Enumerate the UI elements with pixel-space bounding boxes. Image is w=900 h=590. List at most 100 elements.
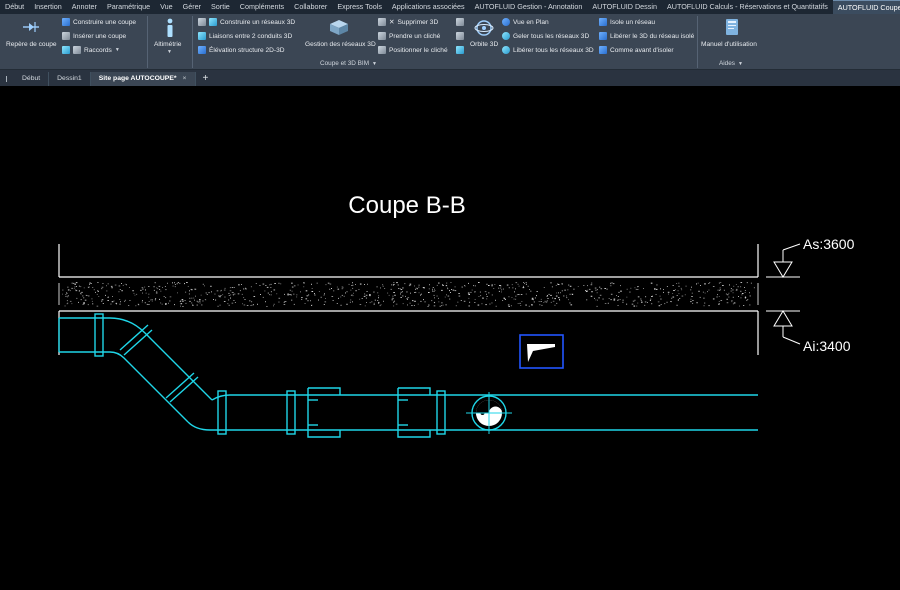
new-tab-plus-icon[interactable]: + — [196, 72, 216, 86]
construire-coupe-button[interactable]: Construire une coupe — [62, 17, 136, 27]
tab-sortie[interactable]: Sortie — [206, 0, 235, 14]
hatch-dot — [89, 283, 90, 285]
hatch-dot — [494, 284, 496, 285]
hatch-dot — [392, 295, 394, 297]
hatch-dot — [118, 291, 120, 293]
hatch-dot — [293, 293, 295, 295]
tab-debut[interactable]: Début — [0, 0, 29, 14]
tab-autofluid-dessin[interactable]: AUTOFLUID Dessin — [587, 0, 662, 14]
elevation-button[interactable]: Élévation structure 2D-3D — [198, 45, 285, 55]
view-cube-icon[interactable] — [456, 18, 464, 26]
hatch-dot — [431, 300, 433, 302]
tab-express-tools[interactable]: Express Tools — [332, 0, 387, 14]
hatch-dot — [331, 296, 334, 297]
hatch-dot — [672, 296, 675, 298]
repere-coupe-button[interactable]: Repère de coupe — [2, 16, 60, 56]
hatch-dot — [189, 300, 191, 302]
tab-vue[interactable]: Vue — [155, 0, 178, 14]
hatch-dot — [468, 294, 470, 295]
hatch-dot — [338, 297, 339, 299]
hatch-dot — [702, 291, 704, 293]
hatch-dot — [433, 291, 435, 292]
positionner-cliche-button[interactable]: Positionner le cliché — [378, 45, 448, 55]
hatch-dot — [349, 301, 351, 303]
hatch-dot — [678, 299, 679, 301]
tab-insertion[interactable]: Insertion — [29, 0, 67, 14]
hatch-dot — [732, 296, 734, 298]
comme-avant-button[interactable]: Comme avant d'isoler — [599, 45, 674, 55]
liaisons-button[interactable]: Liaisons entre 2 conduits 3D — [198, 31, 292, 41]
hatch-dot — [174, 304, 175, 306]
manual-book-icon — [726, 19, 738, 35]
hatch-dot — [477, 304, 480, 306]
tab-autofluid-coupe-3d[interactable]: AUTOFLUID Coupe - 3D BIM — [832, 0, 900, 14]
geler-reseaux-button[interactable]: Geler tous les réseaux 3D — [502, 31, 589, 41]
hatch-dot — [169, 300, 171, 302]
vue-en-plan-button[interactable]: Vue en Plan — [502, 17, 549, 27]
insert-section-icon — [62, 32, 70, 40]
hatch-dot — [463, 300, 466, 302]
hatch-dot — [273, 289, 276, 291]
hatch-dot — [145, 289, 146, 291]
doc-tab-debut[interactable]: Début — [14, 72, 50, 86]
close-icon[interactable]: × — [183, 72, 187, 86]
group-coupe-3d-bim[interactable]: Coupe et 3D BIM ▼ — [320, 60, 377, 67]
drawing-canvas[interactable]: Coupe B-B As:3600 Ai:3400 — [0, 86, 900, 590]
gestion-reseaux-button[interactable]: Gestion des réseaux 3D — [302, 16, 376, 58]
hatch-dot — [656, 284, 658, 286]
link-ducts-icon — [198, 32, 206, 40]
layers-icon[interactable] — [456, 32, 464, 40]
hatch-dot — [190, 288, 192, 290]
hatch-dot — [469, 301, 471, 303]
shade-icon[interactable] — [456, 46, 464, 54]
hatch-dot — [355, 284, 356, 285]
tab-complements[interactable]: Compléments — [235, 0, 289, 14]
tab-applications-associees[interactable]: Applications associées — [387, 0, 470, 14]
hatch-dot — [680, 287, 682, 289]
tab-autofluid-calculs[interactable]: AUTOFLUID Calculs - Réservations et Quan… — [662, 0, 833, 14]
hatch-dot — [732, 303, 734, 305]
hatch-dot — [486, 293, 487, 295]
hatch-dot — [587, 285, 588, 287]
doc-tab-site-page[interactable]: Site page AUTOCOUPE* × — [90, 72, 196, 86]
hatch-dot — [611, 282, 613, 284]
tab-gerer[interactable]: Gérer — [178, 0, 206, 14]
altimetrie-button[interactable]: Altimétrie ▼ — [150, 16, 190, 58]
isoler-reseau-button[interactable]: Isole un réseau — [599, 17, 655, 27]
hatch-dot — [146, 303, 148, 305]
prendre-cliche-button[interactable]: Prendre un cliché — [378, 31, 440, 41]
hatch-dot — [165, 303, 167, 304]
tab-parametrique[interactable]: Paramétrique — [102, 0, 155, 14]
hatch-dot — [508, 296, 510, 298]
tab-collaborer[interactable]: Collaborer — [289, 0, 332, 14]
tab-autofluid-gestion[interactable]: AUTOFLUID Gestion - Annotation — [470, 0, 588, 14]
hatch-dot — [626, 303, 628, 305]
hatch-dot — [434, 288, 435, 290]
hatch-dot — [73, 288, 75, 290]
hatch-dot — [636, 305, 638, 307]
hatch-dot — [741, 294, 743, 296]
menu-grip-icon[interactable] — [4, 72, 12, 86]
liberer-reseaux-button[interactable]: Libérer tous les réseaux 3D — [502, 45, 594, 55]
hatch-dot — [318, 299, 319, 301]
hatch-dot — [493, 288, 495, 289]
hatch-dot — [121, 290, 123, 292]
group-aides[interactable]: Aides ▼ — [719, 60, 743, 67]
hatch-dot — [489, 303, 491, 305]
supprimer-3d-button[interactable]: ✕ Supprimer 3D — [378, 17, 438, 27]
construire-reseaux-button[interactable]: Construire un réseaux 3D — [198, 17, 295, 27]
doc-tab-dessin1[interactable]: Dessin1 — [49, 72, 91, 86]
inserer-coupe-button[interactable]: Insérer une coupe — [62, 31, 126, 41]
hatch-dot — [246, 305, 249, 306]
hatch-dot — [740, 286, 742, 288]
hatch-dot — [331, 288, 332, 289]
hatch-dot — [66, 300, 68, 302]
tab-annoter[interactable]: Annoter — [67, 0, 102, 14]
hatch-dot — [78, 285, 80, 287]
liberer-isole-button[interactable]: Libérer le 3D du réseau isolé — [599, 31, 694, 41]
manuel-utilisation-button[interactable]: Manuel d'utilisation — [700, 16, 764, 58]
raccords-dropdown[interactable]: Raccords ▼ — [62, 45, 120, 55]
hatch-dot — [291, 299, 293, 301]
orbite-3d-button[interactable]: Orbite 3D — [466, 16, 502, 58]
hatch-dot — [652, 295, 653, 297]
